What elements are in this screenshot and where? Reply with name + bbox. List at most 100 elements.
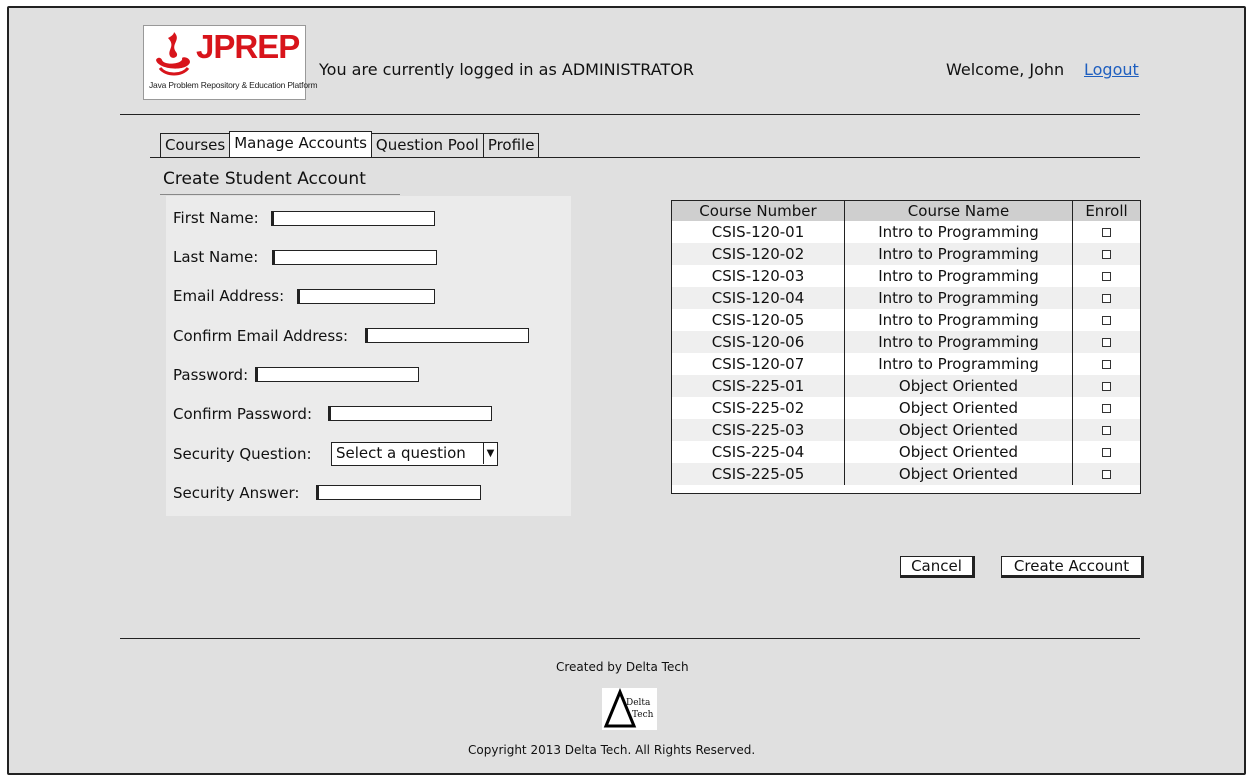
security-answer-field[interactable] bbox=[316, 485, 481, 500]
logo-subtitle: Java Problem Repository & Education Plat… bbox=[149, 80, 318, 90]
course-number-cell: CSIS-120-06 bbox=[672, 331, 845, 353]
enroll-checkbox[interactable] bbox=[1102, 272, 1111, 281]
tab-question-pool[interactable]: Question Pool bbox=[370, 133, 484, 157]
enroll-cell bbox=[1072, 375, 1140, 397]
course-number-cell: CSIS-120-02 bbox=[672, 243, 845, 265]
column-header-enroll: Enroll bbox=[1072, 201, 1140, 221]
table-row: CSIS-225-05 Object Oriented bbox=[672, 463, 1140, 485]
course-name-cell: Intro to Programming bbox=[844, 331, 1073, 353]
enroll-checkbox[interactable] bbox=[1102, 448, 1111, 457]
table-row: CSIS-120-04 Intro to Programming bbox=[672, 287, 1140, 309]
logo-wordmark: JPREP bbox=[196, 28, 300, 65]
enroll-cell bbox=[1072, 463, 1140, 485]
confirm-password-field[interactable] bbox=[328, 406, 492, 421]
enroll-cell bbox=[1072, 331, 1140, 353]
table-row: CSIS-120-06 Intro to Programming bbox=[672, 331, 1140, 353]
enroll-cell bbox=[1073, 397, 1141, 419]
footer-divider bbox=[120, 638, 1140, 639]
table-row: CSIS-120-03 Intro to Programming bbox=[672, 265, 1140, 287]
cancel-button[interactable]: Cancel bbox=[900, 556, 975, 578]
confirm-email-field[interactable] bbox=[365, 328, 529, 343]
enroll-checkbox[interactable] bbox=[1102, 470, 1111, 479]
course-name-cell: Intro to Programming bbox=[844, 243, 1073, 265]
security-answer-label: Security Answer: bbox=[173, 484, 300, 502]
course-name-cell: Intro to Programming bbox=[844, 353, 1073, 375]
tab-bar: Courses Manage Accounts Question Pool Pr… bbox=[160, 131, 540, 157]
course-number-cell: CSIS-225-04 bbox=[672, 441, 845, 463]
course-table: Course Number Course Name Enroll CSIS-12… bbox=[671, 200, 1141, 494]
logout-link[interactable]: Logout bbox=[1084, 60, 1139, 79]
tab-manage-accounts[interactable]: Manage Accounts bbox=[229, 131, 372, 157]
enroll-checkbox[interactable] bbox=[1102, 426, 1111, 435]
enroll-checkbox[interactable] bbox=[1102, 228, 1111, 237]
course-name-cell: Object Oriented bbox=[844, 441, 1073, 463]
security-question-value: Select a question bbox=[336, 444, 466, 462]
login-status: You are currently logged in as ADMINISTR… bbox=[319, 60, 694, 79]
page-title: Create Student Account bbox=[163, 169, 366, 189]
email-label: Email Address: bbox=[173, 287, 285, 305]
course-number-cell: CSIS-225-05 bbox=[672, 463, 845, 485]
welcome-message: Welcome, John bbox=[946, 60, 1065, 79]
enroll-cell bbox=[1072, 419, 1140, 441]
create-account-button[interactable]: Create Account bbox=[1001, 556, 1144, 578]
table-row: CSIS-120-05 Intro to Programming bbox=[672, 309, 1140, 331]
security-question-label: Security Question: bbox=[173, 445, 312, 463]
table-row: CSIS-225-03 Object Oriented bbox=[672, 419, 1140, 441]
enroll-cell bbox=[1073, 221, 1141, 243]
footer-credit: Created by Delta Tech bbox=[556, 660, 689, 674]
flame-icon bbox=[156, 32, 190, 76]
security-question-select[interactable]: Select a question ▼ bbox=[331, 442, 498, 466]
table-row: CSIS-225-01 Object Oriented bbox=[672, 375, 1140, 397]
enroll-checkbox[interactable] bbox=[1102, 382, 1111, 391]
course-number-cell: CSIS-120-03 bbox=[672, 265, 845, 287]
course-number-cell: CSIS-120-04 bbox=[672, 287, 845, 309]
enroll-cell bbox=[1072, 243, 1140, 265]
course-number-cell: CSIS-225-03 bbox=[672, 419, 845, 441]
password-field[interactable] bbox=[255, 367, 419, 382]
dropdown-arrow-icon[interactable]: ▼ bbox=[483, 443, 497, 464]
enroll-checkbox[interactable] bbox=[1102, 360, 1111, 369]
header-divider bbox=[120, 114, 1140, 115]
tab-baseline bbox=[150, 157, 1140, 158]
course-name-cell: Intro to Programming bbox=[844, 265, 1073, 287]
enroll-cell bbox=[1073, 441, 1141, 463]
enroll-cell bbox=[1073, 309, 1141, 331]
course-name-cell: Object Oriented bbox=[844, 463, 1073, 485]
table-row: CSIS-120-02 Intro to Programming bbox=[672, 243, 1140, 265]
enroll-checkbox[interactable] bbox=[1102, 338, 1111, 347]
course-name-cell: Intro to Programming bbox=[844, 309, 1073, 331]
enroll-checkbox[interactable] bbox=[1102, 404, 1111, 413]
email-field[interactable] bbox=[297, 289, 435, 304]
tab-courses[interactable]: Courses bbox=[160, 133, 231, 157]
table-header-row: Course Number Course Name Enroll bbox=[672, 201, 1140, 221]
enroll-checkbox[interactable] bbox=[1102, 316, 1111, 325]
course-name-cell: Intro to Programming bbox=[844, 221, 1073, 243]
jprep-logo: JPREP Java Problem Repository & Educatio… bbox=[143, 25, 318, 100]
confirm-password-label: Confirm Password: bbox=[173, 405, 313, 423]
enroll-cell bbox=[1072, 287, 1140, 309]
enroll-checkbox[interactable] bbox=[1102, 250, 1111, 259]
first-name-label: First Name: bbox=[173, 209, 259, 227]
table-row: CSIS-225-02 Object Oriented bbox=[672, 397, 1140, 419]
course-name-cell: Object Oriented bbox=[844, 397, 1073, 419]
course-number-cell: CSIS-120-07 bbox=[672, 353, 845, 375]
first-name-field[interactable] bbox=[271, 211, 435, 226]
title-underline bbox=[160, 194, 400, 195]
course-name-cell: Intro to Programming bbox=[844, 287, 1073, 309]
course-number-cell: CSIS-120-01 bbox=[672, 221, 845, 243]
delta-triangle-icon bbox=[603, 688, 637, 728]
enroll-checkbox[interactable] bbox=[1102, 294, 1111, 303]
enroll-cell bbox=[1073, 353, 1141, 375]
confirm-email-label: Confirm Email Address: bbox=[173, 327, 349, 345]
enroll-cell bbox=[1073, 265, 1141, 287]
table-row: CSIS-225-04 Object Oriented bbox=[672, 441, 1140, 463]
table-row: CSIS-120-01 Intro to Programming bbox=[672, 221, 1140, 243]
delta-tech-logo: Delta Tech bbox=[602, 688, 657, 730]
last-name-field[interactable] bbox=[272, 250, 437, 265]
delta-tech-logo-line2: Tech bbox=[632, 710, 654, 720]
create-account-form bbox=[166, 196, 571, 516]
last-name-label: Last Name: bbox=[173, 248, 259, 266]
course-number-cell: CSIS-225-02 bbox=[672, 397, 845, 419]
course-number-cell: CSIS-225-01 bbox=[672, 375, 845, 397]
tab-profile[interactable]: Profile bbox=[482, 133, 540, 157]
